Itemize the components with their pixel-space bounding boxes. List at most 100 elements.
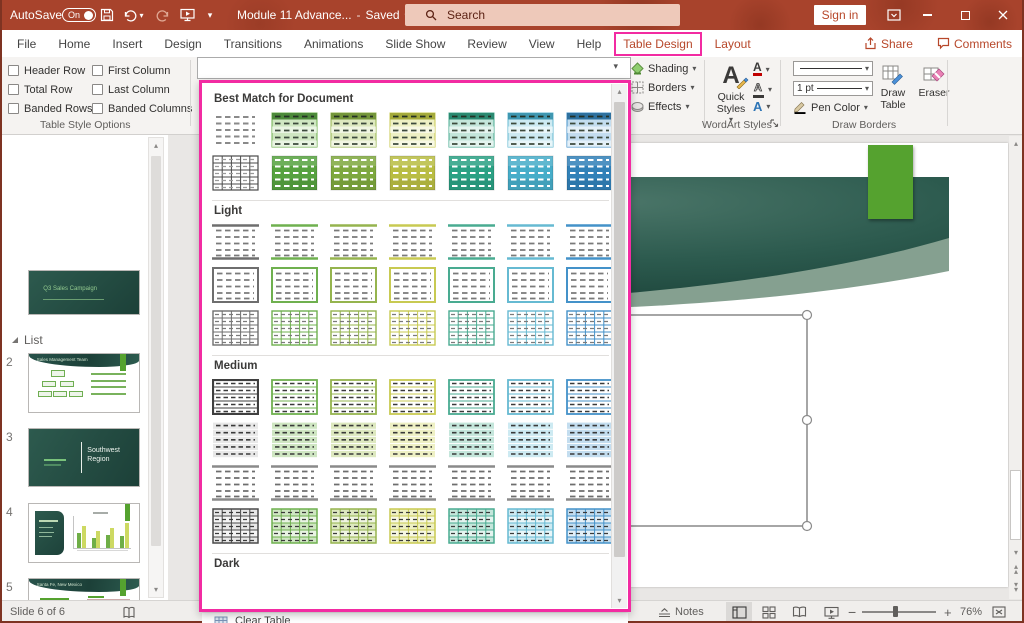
scrollbar-thumb[interactable] bbox=[151, 156, 161, 546]
tab-home[interactable]: Home bbox=[47, 30, 101, 57]
effects-button[interactable]: Effects ▾ bbox=[631, 100, 689, 113]
slide-thumbnail-3[interactable]: Southwest Region bbox=[28, 428, 140, 487]
table-style-thumbnail[interactable] bbox=[212, 379, 259, 415]
checkbox-banded-rows[interactable]: Banded Rows bbox=[8, 99, 93, 118]
gallery-more-icon[interactable]: ▾ bbox=[613, 61, 618, 72]
table-style-thumbnail[interactable] bbox=[271, 267, 318, 303]
table-style-thumbnail[interactable] bbox=[507, 224, 554, 260]
section-collapse-icon[interactable] bbox=[12, 337, 18, 343]
table-style-thumbnail[interactable] bbox=[566, 379, 611, 415]
quick-access-chevron-icon[interactable]: ▾ bbox=[199, 0, 221, 30]
table-styles-inline-gallery[interactable]: ▾ bbox=[197, 57, 631, 79]
text-fill-button[interactable]: A ▾ bbox=[753, 61, 770, 76]
canvas-scroll-down-icon[interactable]: ▾ bbox=[1009, 548, 1023, 557]
tab-layout[interactable]: Layout bbox=[704, 30, 762, 57]
table-style-thumbnail[interactable] bbox=[448, 465, 495, 501]
canvas-scroll-up-icon[interactable]: ▴ bbox=[1009, 136, 1023, 148]
table-style-thumbnail[interactable] bbox=[330, 465, 377, 501]
undo-icon[interactable]: ▾ bbox=[122, 0, 144, 30]
ribbon-display-options-icon[interactable] bbox=[877, 0, 911, 30]
canvas-scrollbar-thumb[interactable] bbox=[1010, 470, 1021, 540]
notes-button[interactable]: Notes bbox=[658, 601, 704, 623]
fit-slide-to-window-icon[interactable] bbox=[992, 601, 1006, 623]
table-style-thumbnail[interactable] bbox=[389, 422, 436, 458]
scroll-up-icon[interactable]: ▴ bbox=[149, 138, 163, 150]
slide-thumbnail-4[interactable] bbox=[28, 503, 140, 563]
tab-file[interactable]: File bbox=[6, 30, 47, 57]
slide-thumbnail-1[interactable]: Q3 Sales Campaign bbox=[28, 270, 140, 315]
checkbox-banded-columns[interactable]: Banded Columns bbox=[92, 99, 192, 118]
table-style-thumbnail[interactable] bbox=[566, 465, 611, 501]
table-style-thumbnail[interactable] bbox=[389, 310, 436, 346]
table-style-thumbnail[interactable] bbox=[566, 422, 611, 458]
table-style-thumbnail[interactable] bbox=[389, 224, 436, 260]
previous-slide-button[interactable]: ▴ ▴ bbox=[1009, 563, 1023, 576]
tab-table-design[interactable]: Table Design bbox=[614, 31, 702, 56]
pen-style-combo[interactable]: ▾ bbox=[793, 61, 873, 76]
gallery-scrollbar[interactable]: ▴ ▾ bbox=[611, 84, 627, 608]
table-style-thumbnail[interactable] bbox=[330, 310, 377, 346]
next-slide-button[interactable]: ▾ ▾ bbox=[1009, 581, 1023, 594]
normal-view-button[interactable] bbox=[726, 602, 752, 622]
table-style-thumbnail[interactable] bbox=[507, 112, 554, 148]
share-button[interactable]: Share bbox=[852, 37, 925, 51]
table-style-thumbnail[interactable] bbox=[448, 267, 495, 303]
search-box[interactable] bbox=[405, 4, 680, 26]
checkbox-last-column[interactable]: Last Column bbox=[92, 80, 192, 99]
table-style-thumbnail[interactable] bbox=[566, 155, 611, 191]
table-style-thumbnail[interactable] bbox=[507, 379, 554, 415]
comments-button[interactable]: Comments bbox=[925, 37, 1024, 51]
table-style-thumbnail[interactable] bbox=[448, 112, 495, 148]
table-style-thumbnail[interactable] bbox=[330, 379, 377, 415]
table-style-thumbnail[interactable] bbox=[271, 112, 318, 148]
table-style-thumbnail[interactable] bbox=[448, 422, 495, 458]
tab-help[interactable]: Help bbox=[566, 30, 613, 57]
table-style-thumbnail[interactable] bbox=[271, 465, 318, 501]
table-style-thumbnail[interactable] bbox=[212, 465, 259, 501]
section-header-list[interactable]: List bbox=[12, 333, 43, 347]
table-style-thumbnail[interactable] bbox=[566, 112, 611, 148]
table-style-thumbnail[interactable] bbox=[271, 155, 318, 191]
table-style-thumbnail[interactable] bbox=[271, 224, 318, 260]
checkbox-box[interactable] bbox=[92, 103, 103, 114]
zoom-slider-thumb[interactable] bbox=[893, 606, 898, 617]
table-style-thumbnail[interactable] bbox=[212, 224, 259, 260]
search-input[interactable] bbox=[445, 7, 645, 23]
save-icon[interactable] bbox=[96, 0, 118, 30]
table-style-thumbnail[interactable] bbox=[566, 224, 611, 260]
gallery-scrollbar-thumb[interactable] bbox=[614, 102, 625, 557]
start-slideshow-icon[interactable] bbox=[176, 0, 198, 30]
zoom-slider-track[interactable] bbox=[862, 611, 936, 613]
clear-table-menu-item[interactable]: Clear Table bbox=[202, 613, 628, 623]
tab-view[interactable]: View bbox=[518, 30, 566, 57]
table-style-thumbnail[interactable] bbox=[566, 508, 611, 544]
canvas-scrollbar[interactable]: ▴ ▾ ▴ ▴ ▾ ▾ bbox=[1009, 136, 1023, 599]
table-style-thumbnail[interactable] bbox=[448, 379, 495, 415]
tab-slide-show[interactable]: Slide Show bbox=[374, 30, 456, 57]
gallery-scroll-up-icon[interactable]: ▴ bbox=[612, 84, 627, 96]
table-style-thumbnail[interactable] bbox=[330, 155, 377, 191]
table-style-thumbnail[interactable] bbox=[330, 422, 377, 458]
table-style-thumbnail[interactable] bbox=[330, 267, 377, 303]
checkbox-box[interactable] bbox=[8, 84, 19, 95]
table-style-thumbnail[interactable] bbox=[212, 155, 259, 191]
draw-table-button[interactable]: Draw Table bbox=[872, 61, 914, 111]
minimize-button[interactable] bbox=[910, 0, 944, 30]
zoom-out-button[interactable]: − bbox=[848, 601, 856, 623]
pen-weight-combo[interactable]: 1 pt ▾ bbox=[793, 81, 873, 96]
table-style-thumbnail[interactable] bbox=[271, 422, 318, 458]
redo-icon[interactable] bbox=[152, 0, 174, 30]
table-style-thumbnail[interactable] bbox=[389, 508, 436, 544]
zoom-level[interactable]: 76% bbox=[960, 601, 982, 623]
table-style-thumbnail[interactable] bbox=[448, 508, 495, 544]
table-style-thumbnail[interactable] bbox=[507, 310, 554, 346]
table-style-thumbnail[interactable] bbox=[212, 112, 259, 148]
checkbox-box[interactable] bbox=[92, 65, 103, 76]
table-style-thumbnail[interactable] bbox=[507, 465, 554, 501]
accessibility-icon[interactable] bbox=[122, 601, 136, 623]
table-style-thumbnail[interactable] bbox=[212, 267, 259, 303]
scroll-down-icon[interactable]: ▾ bbox=[149, 585, 163, 594]
checkbox-total-row[interactable]: Total Row bbox=[8, 80, 92, 99]
close-button[interactable] bbox=[986, 0, 1020, 30]
saved-status[interactable]: Saved bbox=[366, 8, 400, 22]
